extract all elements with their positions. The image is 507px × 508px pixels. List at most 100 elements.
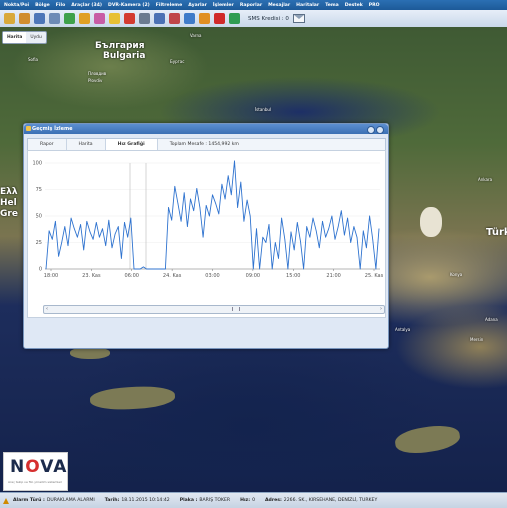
close-icon[interactable] xyxy=(376,126,384,134)
speed-data-point xyxy=(350,242,352,243)
speed-data-point xyxy=(143,266,144,268)
speed-data-point xyxy=(190,198,191,200)
menu-item[interactable]: PRO xyxy=(366,3,383,8)
mail-icon[interactable] xyxy=(292,14,305,23)
menu-item[interactable]: Filtreleme xyxy=(153,3,185,8)
window-icon xyxy=(26,126,31,131)
menu-item[interactable]: Filo xyxy=(53,3,68,8)
power-icon[interactable] xyxy=(214,13,225,24)
vehicle-icon[interactable] xyxy=(64,13,75,24)
swap-icon[interactable] xyxy=(124,13,135,24)
speed-data-point xyxy=(168,207,169,208)
list-icon[interactable] xyxy=(34,13,45,24)
speed-chart-svg: 0 25 50 75 100 18:00 23. Kas 06:00 24. Kas 03:00 0… xyxy=(32,160,384,279)
speed-series-line xyxy=(45,160,380,270)
salt-lake xyxy=(420,207,442,237)
minimize-icon[interactable] xyxy=(367,126,375,134)
logo-tagline: Araç takip ve filo yönetim sistemleri xyxy=(8,480,63,484)
speed-data-point xyxy=(337,226,339,227)
total-distance-label: Toplam Mesafe : 1454,992 km xyxy=(169,142,239,147)
speed-data-point xyxy=(193,210,195,212)
x-tick-label: 24. Kas xyxy=(163,273,182,279)
shield-icon[interactable] xyxy=(184,13,195,24)
speed-data-point xyxy=(284,238,286,240)
speed-label: Hız: xyxy=(240,498,251,503)
menu-item[interactable]: İşlemler xyxy=(210,3,237,8)
chart-icon[interactable] xyxy=(169,13,180,24)
plate-value: BARIŞ TOKER xyxy=(199,498,231,503)
speed-data-point xyxy=(281,217,282,219)
scroll-right-icon[interactable]: › xyxy=(378,306,384,313)
speed-data-point xyxy=(287,268,289,270)
tab-harita[interactable]: Harita xyxy=(67,139,106,150)
speed-data-point xyxy=(325,236,326,238)
speed-data-point xyxy=(117,226,119,227)
chart-scrollbar[interactable]: ‹ › xyxy=(43,305,385,314)
speed-data-point xyxy=(227,175,229,177)
tab-hiz-grafigi[interactable]: Hız Grafiği xyxy=(105,139,158,150)
y-tick-label: 75 xyxy=(36,187,42,193)
speed-data-point xyxy=(252,268,254,270)
city-label: İstanbul xyxy=(255,107,272,112)
menu-item[interactable]: Ayarlar xyxy=(185,3,210,8)
menu-item[interactable]: Bölge xyxy=(32,3,53,8)
puzzle-icon[interactable] xyxy=(94,13,105,24)
menu-item[interactable]: Destek xyxy=(342,3,366,8)
export-icon[interactable] xyxy=(19,13,30,24)
speed-data-point xyxy=(127,236,129,238)
send-icon[interactable] xyxy=(109,13,120,24)
speed-data-point xyxy=(177,202,179,204)
speed-data-point xyxy=(139,268,141,270)
menu-item[interactable]: Haritalar xyxy=(293,3,322,8)
y-tick-label: 50 xyxy=(36,214,42,220)
menu-item[interactable]: Tema xyxy=(322,3,342,8)
speed-data-point xyxy=(48,230,50,232)
speed-data-point xyxy=(271,268,273,270)
speed-data-point xyxy=(61,242,63,243)
grid-icon[interactable] xyxy=(49,13,60,24)
city-label: Antalya xyxy=(395,327,411,332)
y-tick-label: 0 xyxy=(39,267,42,273)
scroll-left-icon[interactable]: ‹ xyxy=(44,306,50,313)
speed-data-point xyxy=(187,226,188,227)
speed-data-point xyxy=(158,268,160,270)
tools-icon[interactable] xyxy=(139,13,150,24)
speed-data-point xyxy=(83,249,85,251)
status-bar: Alarm Türü : DURAKLAMA ALARMI Tarih: 18.… xyxy=(0,492,507,508)
menu-item[interactable]: Araçlar (34) xyxy=(68,3,105,8)
menu-item[interactable]: Mesajlar xyxy=(265,3,293,8)
speed-data-point xyxy=(268,224,270,225)
map-tab-uydu[interactable]: Uydu xyxy=(26,32,45,43)
speed-data-point xyxy=(102,228,103,230)
country-label: Hel xyxy=(0,198,17,208)
speed-data-point xyxy=(58,255,59,257)
speed-data-point xyxy=(312,217,314,219)
menu-item[interactable]: Raporlar xyxy=(237,3,265,8)
address-label: Adres: xyxy=(265,498,282,503)
company-logo: NOVA Araç takip ve filo yönetim sistemle… xyxy=(3,452,68,491)
history-tracking-window[interactable]: Geçmiş İzleme Rapor Harita Hız Grafiği T… xyxy=(23,123,389,349)
speed-data-point xyxy=(234,160,235,162)
city-label: Бургас xyxy=(170,59,185,64)
speed-data-point xyxy=(80,224,81,225)
x-tick-label: 03:00 xyxy=(205,273,219,279)
user-icon[interactable] xyxy=(154,13,165,24)
timer-icon[interactable] xyxy=(199,13,210,24)
speed-data-point xyxy=(356,236,358,238)
import-icon[interactable] xyxy=(4,13,15,24)
menu-item[interactable]: Nokta/Poi xyxy=(0,3,32,8)
scroll-grip[interactable] xyxy=(232,307,240,311)
route-icon[interactable] xyxy=(79,13,90,24)
country-label: България xyxy=(95,41,145,51)
speed-data-point xyxy=(67,245,69,247)
x-tick-label: 18:00 xyxy=(44,273,58,279)
speed-data-point xyxy=(256,228,257,230)
speed-data-point xyxy=(146,268,147,270)
tab-rapor[interactable]: Rapor xyxy=(28,139,67,150)
globe-icon[interactable] xyxy=(229,13,240,24)
window-title-bar[interactable]: Geçmiş İzleme xyxy=(24,124,388,134)
map-tab-harita[interactable]: Harita xyxy=(3,32,27,43)
speed-data-point xyxy=(378,228,380,230)
speed-data-point xyxy=(290,231,292,233)
menu-item[interactable]: DVR-Kamera (2) xyxy=(105,3,153,8)
